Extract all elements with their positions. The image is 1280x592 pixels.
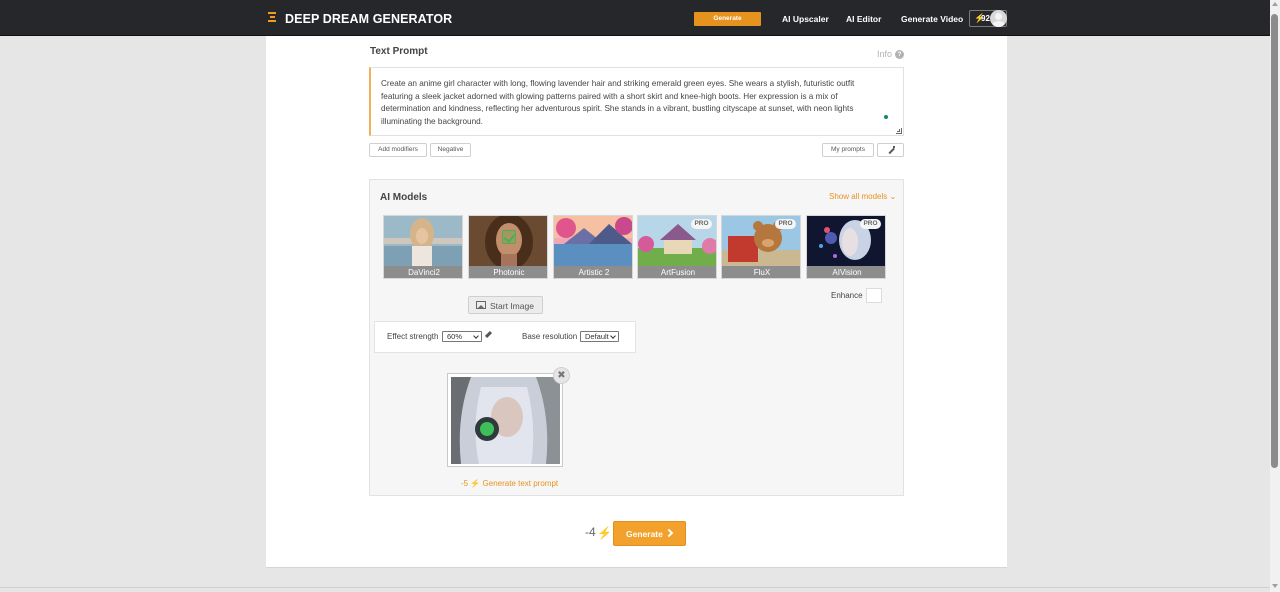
scroll-thumb[interactable] [1271,14,1278,468]
scroll-up-arrow-icon[interactable] [1272,2,1278,6]
effect-strength-label: Effect strength [387,332,439,341]
image-icon [476,301,486,309]
negative-button[interactable]: Negative [430,143,471,157]
effect-strength-value: 60% [447,332,463,341]
my-prompts-button[interactable]: My prompts [822,143,874,157]
model-label-artfusion: ArtFusion [638,266,716,278]
generate-text-prompt-link[interactable]: -5 ⚡ Generate text prompt [461,479,558,488]
info-link[interactable]: Info [877,49,892,59]
start-image-button[interactable]: Start Image [468,296,543,314]
nav-ai-editor[interactable]: AI Editor [846,14,881,24]
credits-value: 92 [981,14,990,23]
chevron-down-icon [610,333,616,339]
magic-wand-icon[interactable] [877,143,904,157]
start-image-label: Start Image [490,301,534,311]
user-avatar[interactable] [990,10,1007,27]
grammar-status-icon[interactable] [884,115,888,119]
help-icon[interactable]: ? [895,50,904,59]
model-label-aivision: AIVision [807,266,885,278]
generate-label: Generate [626,529,663,539]
model-card-artfusion[interactable]: PRO ArtFusion [637,215,717,279]
enhance-label: Enhance [831,291,863,300]
generation-cost: -4 [585,525,596,539]
show-all-models-link[interactable]: Show all models ⌄ [829,192,896,201]
top-navbar: DEEP DREAM GENERATOR Generate AI Upscale… [0,0,1270,36]
model-label-flux: FluX [722,266,800,278]
text-prompt-heading: Text Prompt [370,46,428,57]
model-card-aivision[interactable]: PRO AIVision [806,215,886,279]
energy-icon: ⚡ [597,526,612,540]
effect-strength-select[interactable]: 60% [442,331,482,342]
prompt-textarea[interactable]: Create an anime girl character with long… [369,67,904,136]
close-icon[interactable]: ✖ [553,367,570,384]
page-bottom-divider [0,587,1270,588]
resize-handle-icon[interactable] [896,128,902,134]
add-modifiers-button[interactable]: Add modifiers [369,143,427,157]
pro-badge: PRO [691,219,712,229]
generate-button[interactable]: Generate [613,521,686,546]
base-resolution-label: Base resolution [522,332,578,341]
model-thumbnail-davinci2 [384,216,462,266]
chevron-down-icon [473,333,479,339]
pro-badge: PRO [775,219,796,229]
page-scrollbar[interactable] [1270,0,1280,592]
model-card-artistic-2[interactable]: Artistic 2 [553,215,633,279]
selected-check-icon [502,230,516,244]
start-image-preview[interactable] [447,373,563,467]
model-card-photonic[interactable]: Photonic [468,215,548,279]
start-image-thumbnail [451,377,560,464]
model-card-flux[interactable]: PRO FluX [721,215,801,279]
scroll-down-arrow-icon[interactable] [1272,584,1278,588]
site-logo[interactable]: DEEP DREAM GENERATOR [285,12,452,26]
logo-icon[interactable] [268,12,276,24]
model-thumbnail-artistic-2 [554,216,632,266]
nav-generate-video[interactable]: Generate Video [901,14,963,24]
base-resolution-select[interactable]: Default [580,331,619,342]
model-card-davinci2[interactable]: DaVinci2 [383,215,463,279]
ai-models-heading: AI Models [380,192,428,203]
enhance-checkbox[interactable] [866,288,882,303]
model-label-photonic: Photonic [469,266,547,278]
pro-badge: PRO [860,219,881,229]
model-label-artistic-2: Artistic 2 [554,266,632,278]
show-all-label[interactable]: Show all models [829,192,887,201]
base-resolution-value: Default [585,332,609,341]
nav-generate-button[interactable]: Generate [694,12,761,26]
chevron-right-icon [664,528,674,538]
nav-ai-upscaler[interactable]: AI Upscaler [782,14,829,24]
model-label-davinci2: DaVinci2 [384,266,462,278]
prompt-text[interactable]: Create an anime girl character with long… [381,78,881,128]
